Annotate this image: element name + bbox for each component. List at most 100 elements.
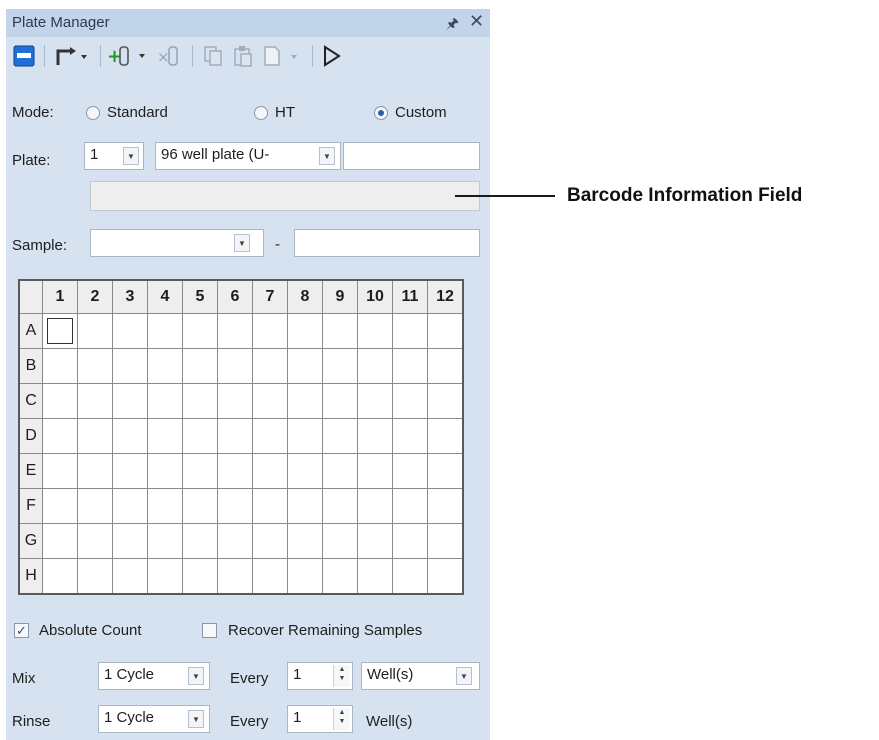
mode-ht-radio[interactable] — [254, 106, 268, 120]
well-cell[interactable] — [182, 558, 218, 595]
well-cell[interactable] — [287, 348, 323, 384]
row-header[interactable]: E — [18, 453, 43, 489]
well-cell[interactable] — [322, 488, 358, 524]
spinner-arrows-icon[interactable]: ▲ ▼ — [333, 708, 350, 730]
well-cell[interactable] — [252, 453, 288, 489]
column-header[interactable]: 2 — [77, 279, 113, 314]
add-sample-icon[interactable]: + — [106, 42, 152, 70]
well-cell[interactable] — [77, 383, 113, 419]
well-cell[interactable] — [112, 348, 148, 384]
well-cell[interactable] — [392, 383, 428, 419]
chevron-down-icon[interactable]: ▼ — [234, 234, 250, 252]
well-cell[interactable] — [427, 313, 464, 349]
well-cell[interactable] — [357, 453, 393, 489]
well-cell[interactable] — [112, 488, 148, 524]
well-cell[interactable] — [287, 558, 323, 595]
well-cell[interactable] — [427, 348, 464, 384]
plate-type-select[interactable]: 96 well plate (U- — [155, 142, 341, 170]
well-cell[interactable] — [77, 523, 113, 559]
mode-custom-label[interactable]: Custom — [395, 104, 447, 121]
row-header[interactable]: H — [18, 558, 43, 595]
chevron-down-icon[interactable]: ▼ — [319, 147, 335, 165]
well-cell[interactable] — [217, 313, 253, 349]
column-header[interactable]: 9 — [322, 279, 358, 314]
row-header[interactable]: F — [18, 488, 43, 524]
row-header[interactable]: A — [18, 313, 43, 349]
row-header[interactable]: B — [18, 348, 43, 384]
save-icon[interactable] — [260, 42, 306, 70]
well-cell[interactable] — [357, 313, 393, 349]
well-cell[interactable] — [252, 558, 288, 595]
well-cell[interactable] — [322, 383, 358, 419]
column-header[interactable]: 11 — [392, 279, 428, 314]
well-cell[interactable] — [392, 313, 428, 349]
well-cell[interactable] — [392, 558, 428, 595]
well-cell[interactable] — [322, 558, 358, 595]
well-cell[interactable] — [357, 383, 393, 419]
well-cell[interactable] — [392, 348, 428, 384]
well-cell[interactable] — [112, 313, 148, 349]
well-cell[interactable] — [357, 523, 393, 559]
row-header[interactable]: C — [18, 383, 43, 419]
well-cell[interactable] — [287, 313, 323, 349]
well-cell[interactable] — [112, 523, 148, 559]
well-cell[interactable] — [77, 418, 113, 454]
column-header[interactable]: 4 — [147, 279, 183, 314]
column-header[interactable]: 5 — [182, 279, 218, 314]
well-cell[interactable] — [287, 453, 323, 489]
well-cell[interactable] — [42, 453, 78, 489]
delete-sample-icon[interactable]: × — [154, 42, 184, 70]
well-cell[interactable] — [182, 488, 218, 524]
well-cell[interactable] — [392, 523, 428, 559]
barcode-field[interactable] — [90, 181, 480, 211]
well-cell[interactable] — [182, 453, 218, 489]
copy-icon[interactable] — [200, 42, 226, 70]
column-header[interactable]: 1 — [42, 279, 78, 314]
mode-ht-label[interactable]: HT — [275, 104, 295, 121]
row-header[interactable]: G — [18, 523, 43, 559]
well-cell[interactable] — [252, 418, 288, 454]
well-cell[interactable] — [42, 418, 78, 454]
well-cell[interactable] — [77, 558, 113, 595]
well-cell[interactable] — [77, 488, 113, 524]
column-header[interactable]: 3 — [112, 279, 148, 314]
well-cell[interactable] — [392, 418, 428, 454]
well-cell[interactable] — [112, 453, 148, 489]
sample-extra-field[interactable] — [294, 229, 480, 257]
well-cell[interactable] — [147, 488, 183, 524]
well-cell[interactable] — [182, 418, 218, 454]
well-cell[interactable] — [427, 453, 464, 489]
well-cell[interactable] — [42, 488, 78, 524]
mode-standard-radio[interactable] — [86, 106, 100, 120]
column-header[interactable]: 12 — [427, 279, 464, 314]
spinner-arrows-icon[interactable]: ▲ ▼ — [333, 665, 350, 687]
well-cell[interactable] — [217, 348, 253, 384]
well-cell[interactable] — [147, 348, 183, 384]
well-cell[interactable] — [322, 418, 358, 454]
well-cell[interactable] — [147, 558, 183, 595]
well-cell[interactable] — [147, 523, 183, 559]
recover-samples-checkbox[interactable] — [202, 623, 217, 638]
well-cell[interactable] — [77, 348, 113, 384]
well-cell[interactable] — [217, 383, 253, 419]
well-cell[interactable] — [287, 383, 323, 419]
well-cell[interactable] — [357, 558, 393, 595]
well-cell[interactable] — [357, 418, 393, 454]
mode-custom-radio[interactable] — [374, 106, 388, 120]
well-cell[interactable] — [252, 383, 288, 419]
well-cell[interactable] — [287, 418, 323, 454]
well-cell[interactable] — [147, 453, 183, 489]
chevron-down-icon[interactable]: ▼ — [188, 710, 204, 728]
well-cell[interactable] — [182, 348, 218, 384]
well-cell[interactable] — [112, 558, 148, 595]
plate-extra-field[interactable] — [343, 142, 480, 170]
well-cell[interactable] — [427, 488, 464, 524]
well-cell[interactable] — [357, 348, 393, 384]
single-plate-icon[interactable] — [12, 42, 36, 70]
well-cell[interactable] — [147, 383, 183, 419]
well-cell[interactable] — [217, 523, 253, 559]
well-cell[interactable] — [42, 348, 78, 384]
mode-standard-label[interactable]: Standard — [107, 104, 168, 121]
well-cell[interactable] — [252, 313, 288, 349]
well-cell[interactable] — [42, 558, 78, 595]
